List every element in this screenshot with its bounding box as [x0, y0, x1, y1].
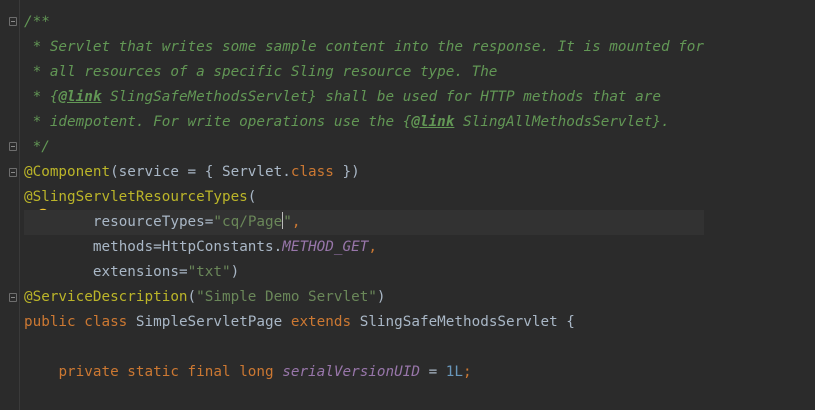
number-literal: 1L: [445, 364, 464, 380]
code-text: }): [333, 164, 360, 180]
code-line-6: */: [24, 135, 704, 160]
doc-comment-text: * all resources of a specific Sling reso…: [24, 64, 498, 80]
comma: ,: [291, 214, 301, 230]
code-text: ): [230, 264, 240, 280]
code-line-2: * Servlet that writes some sample conten…: [24, 35, 704, 60]
javadoc-link-tag[interactable]: @link: [58, 89, 101, 105]
code-line-15: private static final long serialVersionU…: [24, 360, 704, 385]
keyword: private static final long: [58, 364, 274, 380]
gutter-divider: [19, 0, 20, 410]
code-line-4: * {@link SlingSafeMethodsServlet} shall …: [24, 85, 704, 110]
keyword: class: [290, 164, 334, 180]
keyword: extends: [290, 314, 352, 330]
constant[interactable]: METHOD_GET: [282, 239, 368, 255]
code-line-3: * all resources of a specific Sling reso…: [24, 60, 704, 85]
code-line-10: methods=HttpConstants.METHOD_GET,: [24, 235, 704, 260]
code-text: =: [419, 364, 446, 380]
fold-marker-icon[interactable]: [9, 142, 17, 151]
attribute-name: methods=HttpConstants.: [92, 239, 283, 255]
doc-comment-text: * Servlet that writes some sample conten…: [24, 39, 704, 55]
class-name[interactable]: SimpleServletPage: [127, 314, 291, 330]
code-line-7: @Component(service = { Servlet.class }): [24, 160, 704, 185]
code-line-9-current: resourceTypes="cq/Page",: [24, 210, 704, 235]
attribute-name: extensions=: [92, 264, 188, 280]
fold-marker-icon[interactable]: [9, 293, 17, 302]
code-line-1: /**: [24, 10, 704, 35]
doc-comment-text: * {: [24, 89, 59, 105]
comma: ,: [368, 239, 377, 255]
annotation-component[interactable]: @Component: [24, 164, 110, 180]
string-literal: "Simple Demo Servlet": [196, 289, 377, 305]
code-text: (service = { Servlet.: [110, 164, 291, 180]
doc-comment-text: SlingAllMethodsServlet}.: [454, 114, 670, 130]
code-editor[interactable]: /** * Servlet that writes some sample co…: [24, 10, 704, 385]
semicolon: ;: [463, 364, 472, 380]
field-name[interactable]: serialVersionUID: [282, 364, 420, 380]
code-line-5: * idempotent. For write operations use t…: [24, 110, 704, 135]
doc-comment-text: SlingSafeMethodsServlet} shall be used f…: [101, 89, 661, 105]
code-line-8: @SlingServletResourceTypes(: [24, 185, 704, 210]
code-line-11: extensions="txt"): [24, 260, 704, 285]
doc-comment-text: * idempotent. For write operations use t…: [24, 114, 412, 130]
code-text: (: [247, 189, 257, 205]
fold-marker-icon[interactable]: [9, 17, 17, 26]
code-text: (: [187, 289, 197, 305]
annotation-service-description[interactable]: @ServiceDescription: [24, 289, 188, 305]
string-literal: ": [283, 214, 292, 230]
attribute-name: resourceTypes=: [92, 214, 214, 230]
code-line-12: @ServiceDescription("Simple Demo Servlet…: [24, 285, 704, 310]
javadoc-link-tag[interactable]: @link: [411, 114, 454, 130]
string-literal: "cq/Page: [213, 214, 283, 230]
doc-comment-text: /**: [24, 14, 50, 30]
string-literal: "txt": [187, 264, 231, 280]
code-text: ): [376, 289, 386, 305]
fold-marker-icon[interactable]: [9, 168, 17, 177]
annotation-resource-types[interactable]: @SlingServletResourceTypes: [24, 189, 248, 205]
doc-comment-text: */: [24, 139, 50, 155]
code-text: SlingSafeMethodsServlet {: [351, 314, 575, 330]
code-line-13: public class SimpleServletPage extends S…: [24, 310, 704, 335]
editor-gutter: [0, 0, 22, 410]
keyword: public class: [24, 314, 128, 330]
